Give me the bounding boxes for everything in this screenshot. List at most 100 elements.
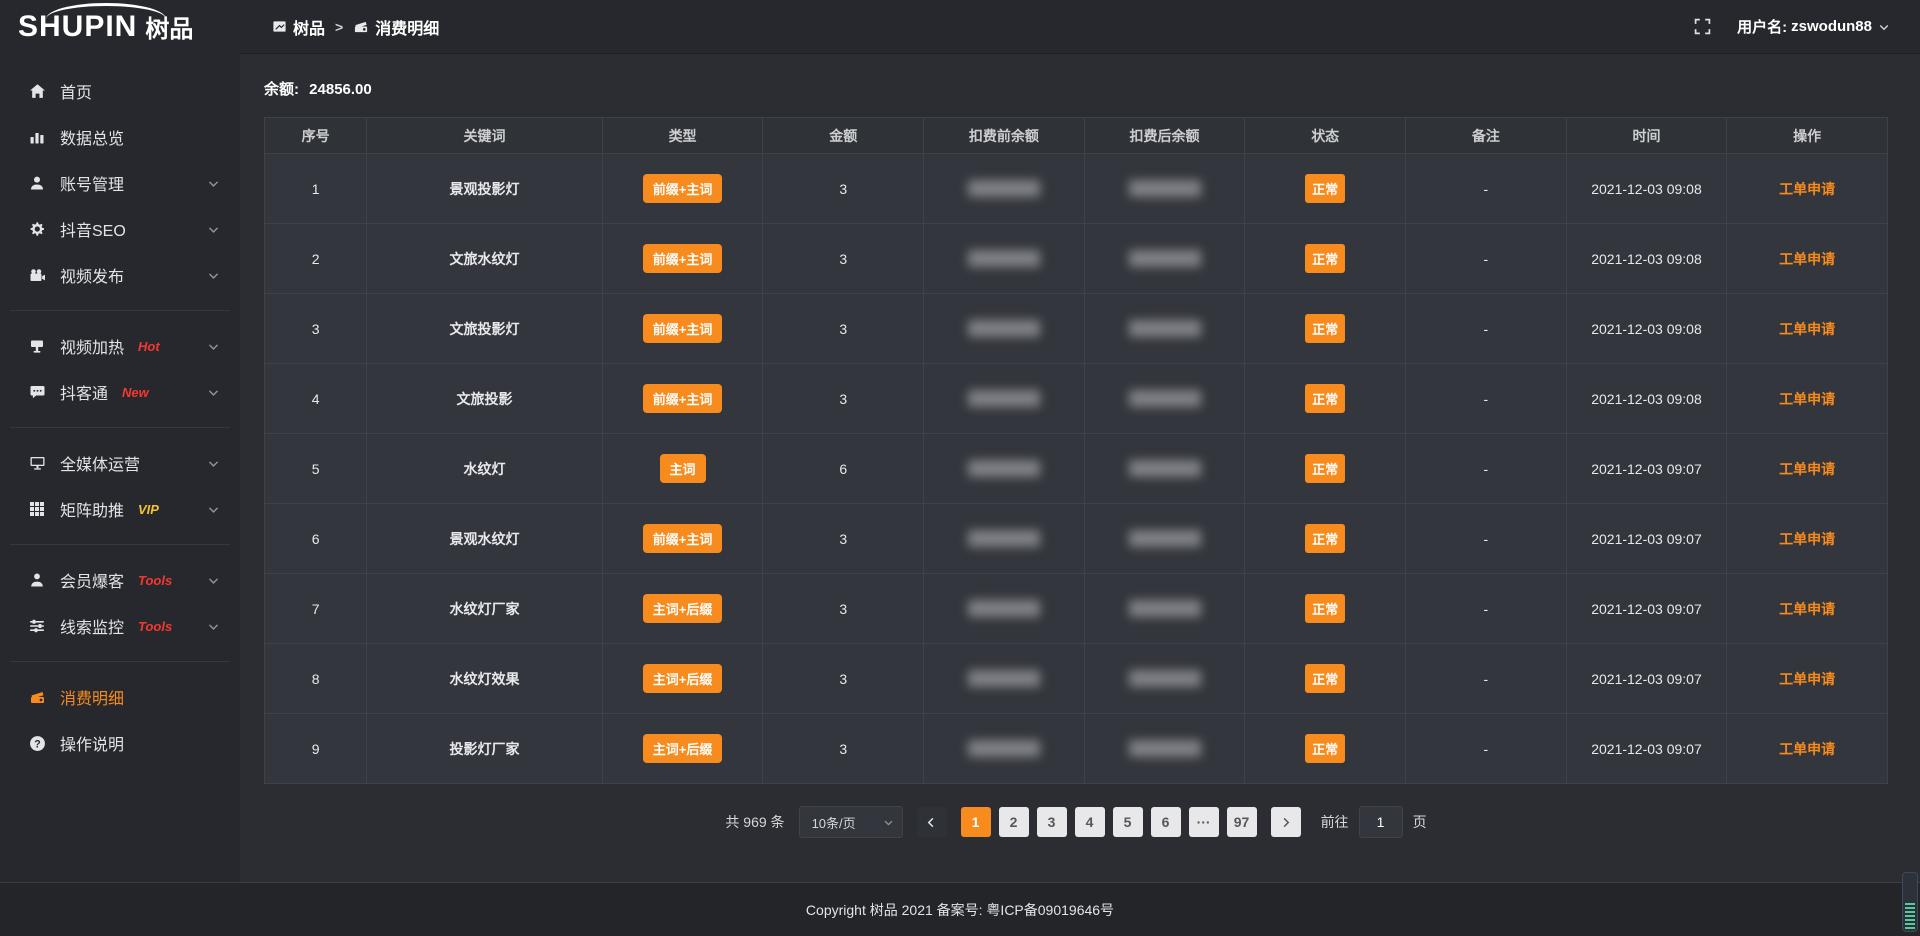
cell-index: 8 bbox=[265, 644, 367, 714]
cell-post-balance bbox=[1084, 434, 1245, 504]
masked-balance bbox=[968, 460, 1040, 477]
column-header: 操作 bbox=[1727, 118, 1888, 154]
top-header: SHUPIN 树品 树品 > 消费明细 用户 bbox=[0, 0, 1920, 54]
cell-type: 前缀+主词 bbox=[602, 294, 763, 364]
chevron-down-icon bbox=[207, 574, 220, 587]
cell-post-balance bbox=[1084, 154, 1245, 224]
type-badge: 主词+后缀 bbox=[643, 594, 723, 623]
next-page-button[interactable] bbox=[1271, 807, 1301, 837]
ticket-request-link[interactable]: 工单申请 bbox=[1779, 741, 1835, 757]
sidebar-item-consumption-detail[interactable]: 消费明细 bbox=[0, 674, 240, 720]
status-badge: 正常 bbox=[1305, 314, 1345, 343]
sidebar-item-home[interactable]: 首页 bbox=[0, 68, 240, 114]
ticket-request-link[interactable]: 工单申请 bbox=[1779, 321, 1835, 337]
sidebar-item-all-media-operation[interactable]: 全媒体运营 bbox=[0, 440, 240, 486]
cell-post-balance bbox=[1084, 224, 1245, 294]
ticket-request-link[interactable]: 工单申请 bbox=[1779, 251, 1835, 267]
cell-keyword: 文旅水纹灯 bbox=[367, 224, 603, 294]
page-buttons: 123456 ··· 97 bbox=[961, 807, 1257, 837]
table-row: 3文旅投影灯前缀+主词3正常-2021-12-03 09:08工单申请 bbox=[265, 294, 1888, 364]
type-badge: 前缀+主词 bbox=[643, 174, 723, 203]
masked-balance bbox=[968, 390, 1040, 407]
cell-index: 6 bbox=[265, 504, 367, 574]
ticket-request-link[interactable]: 工单申请 bbox=[1779, 181, 1835, 197]
cell-action: 工单申请 bbox=[1727, 644, 1888, 714]
sidebar-item-data-overview[interactable]: 数据总览 bbox=[0, 114, 240, 160]
sidebar-divider bbox=[10, 544, 230, 545]
ticket-request-link[interactable]: 工单申请 bbox=[1779, 531, 1835, 547]
cell-type: 主词+后缀 bbox=[602, 714, 763, 784]
status-badge: 正常 bbox=[1305, 384, 1345, 413]
sidebar-item-video-heating[interactable]: 视频加热Hot bbox=[0, 323, 240, 369]
balance: 余额: 24856.00 bbox=[264, 78, 1888, 99]
sidebar-item-member-burst[interactable]: 会员爆客Tools bbox=[0, 557, 240, 603]
table-row: 1景观投影灯前缀+主词3正常-2021-12-03 09:08工单申请 bbox=[265, 154, 1888, 224]
sidebar-item-operation-guide[interactable]: ? 操作说明 bbox=[0, 720, 240, 766]
page-button-97[interactable]: 97 bbox=[1227, 807, 1257, 837]
table-row: 5水纹灯主词6正常-2021-12-03 09:07工单申请 bbox=[265, 434, 1888, 504]
user-icon bbox=[28, 175, 46, 191]
footer: Copyright 树品 2021 备案号: 粤ICP备09019646号 bbox=[0, 882, 1920, 936]
cell-pre-balance bbox=[924, 434, 1085, 504]
cell-status: 正常 bbox=[1245, 504, 1406, 574]
fullscreen-icon[interactable] bbox=[1694, 18, 1711, 35]
cell-index: 7 bbox=[265, 574, 367, 644]
cell-index: 3 bbox=[265, 294, 367, 364]
cell-note: - bbox=[1406, 574, 1567, 644]
page-button-3[interactable]: 3 bbox=[1037, 807, 1067, 837]
masked-balance bbox=[968, 740, 1040, 757]
page-button-4[interactable]: 4 bbox=[1075, 807, 1105, 837]
sidebar-item-tag: Tools bbox=[138, 619, 172, 634]
breadcrumb-item-home[interactable]: 树品 bbox=[272, 15, 325, 39]
sidebar: 首页数据总览账号管理抖音SEO视频发布视频加热Hot抖客通New 全媒体运营矩阵助… bbox=[0, 54, 240, 936]
corner-widget[interactable] bbox=[1902, 872, 1918, 932]
window-icon bbox=[272, 19, 287, 34]
sidebar-item-label: 抖客通 bbox=[60, 380, 108, 404]
goto-suffix: 页 bbox=[1413, 812, 1427, 832]
cell-note: - bbox=[1406, 434, 1567, 504]
breadcrumb: 树品 > 消费明细 bbox=[272, 15, 439, 39]
masked-balance bbox=[968, 320, 1040, 337]
sidebar-item-douyin-seo[interactable]: 抖音SEO bbox=[0, 206, 240, 252]
page-size-select[interactable]: 10条/页 bbox=[799, 806, 903, 838]
ticket-request-link[interactable]: 工单申请 bbox=[1779, 391, 1835, 407]
type-badge: 前缀+主词 bbox=[643, 524, 723, 553]
breadcrumb-item-current[interactable]: 消费明细 bbox=[353, 15, 439, 39]
ticket-request-link[interactable]: 工单申请 bbox=[1779, 601, 1835, 617]
sidebar-item-label: 操作说明 bbox=[60, 731, 124, 755]
sidebar-item-douketong[interactable]: 抖客通New bbox=[0, 369, 240, 415]
sidebar-item-clue-monitor[interactable]: 线索监控Tools bbox=[0, 603, 240, 649]
page-button-1[interactable]: 1 bbox=[961, 807, 991, 837]
page-button-2[interactable]: 2 bbox=[999, 807, 1029, 837]
goto-page-input[interactable] bbox=[1359, 806, 1403, 838]
cell-time: 2021-12-03 09:08 bbox=[1566, 224, 1727, 294]
status-badge: 正常 bbox=[1305, 454, 1345, 483]
ticket-request-link[interactable]: 工单申请 bbox=[1779, 671, 1835, 687]
page-button-6[interactable]: 6 bbox=[1151, 807, 1181, 837]
sidebar-item-account-management[interactable]: 账号管理 bbox=[0, 160, 240, 206]
cell-post-balance bbox=[1084, 714, 1245, 784]
type-badge: 主词+后缀 bbox=[643, 734, 723, 763]
svg-text:?: ? bbox=[34, 738, 40, 750]
comment-icon bbox=[28, 384, 46, 400]
cell-action: 工单申请 bbox=[1727, 364, 1888, 434]
logo[interactable]: SHUPIN 树品 bbox=[0, 0, 240, 54]
masked-balance bbox=[1129, 600, 1201, 617]
cell-action: 工单申请 bbox=[1727, 294, 1888, 364]
status-badge: 正常 bbox=[1305, 524, 1345, 553]
masked-balance bbox=[968, 670, 1040, 687]
user-menu[interactable]: 用户名: zswodun88 bbox=[1737, 16, 1890, 37]
cell-keyword: 文旅投影 bbox=[367, 364, 603, 434]
more-pages-button[interactable]: ··· bbox=[1189, 807, 1219, 837]
sidebar-item-video-publish[interactable]: 视频发布 bbox=[0, 252, 240, 298]
page-button-5[interactable]: 5 bbox=[1113, 807, 1143, 837]
prev-page-button[interactable] bbox=[917, 807, 947, 837]
ticket-request-link[interactable]: 工单申请 bbox=[1779, 461, 1835, 477]
header-right: 用户名: zswodun88 bbox=[1694, 16, 1890, 37]
sidebar-item-matrix-boost[interactable]: 矩阵助推VIP bbox=[0, 486, 240, 532]
logo-text-cn: 树品 bbox=[145, 17, 193, 42]
username-value: zswodun88 bbox=[1791, 18, 1872, 35]
chevron-down-icon bbox=[207, 503, 220, 516]
cell-keyword: 投影灯厂家 bbox=[367, 714, 603, 784]
chevron-down-icon bbox=[207, 457, 220, 470]
